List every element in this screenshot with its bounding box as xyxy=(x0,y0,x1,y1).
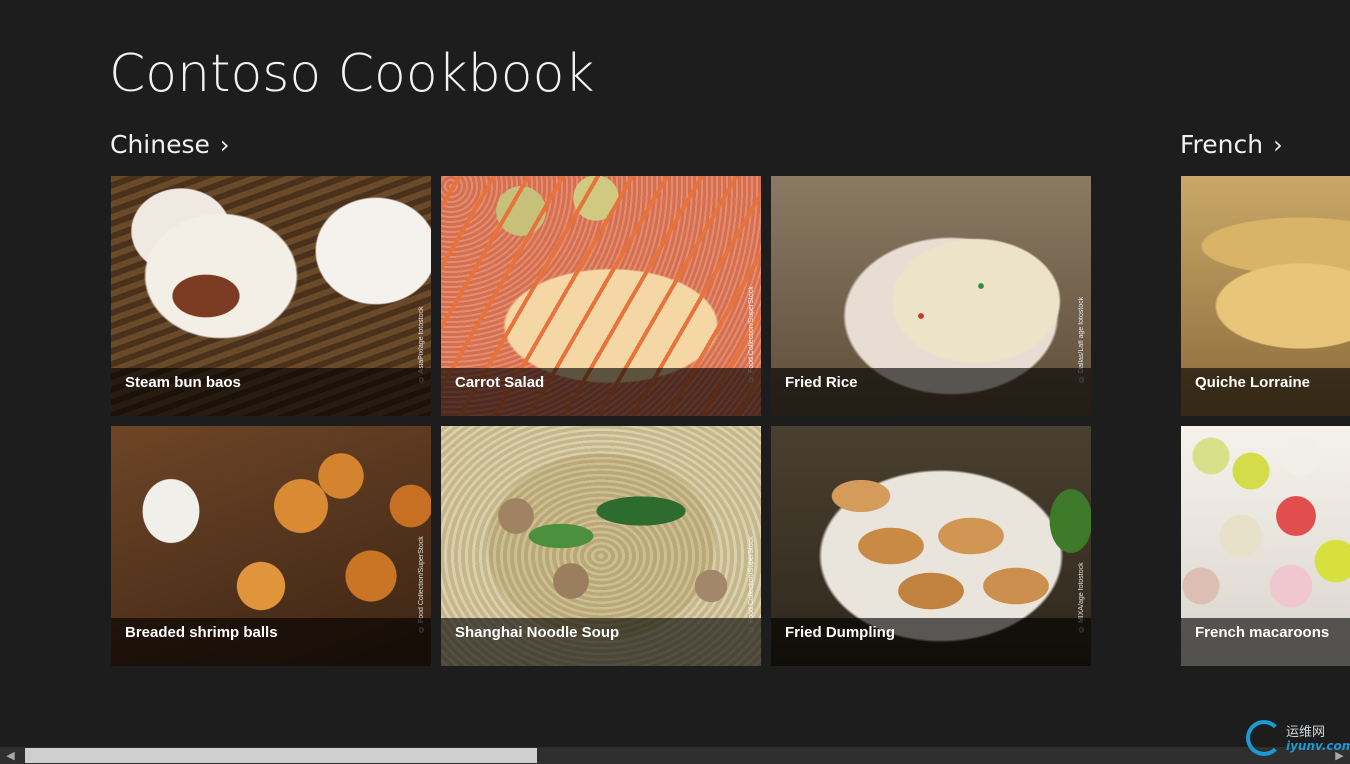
photo-credit: © Food Collection/SuperStock xyxy=(748,536,755,632)
group-header-french[interactable]: French › xyxy=(1180,130,1283,159)
recipe-tile-carrot-salad[interactable]: © Food Collection/SuperStock Carrot Sala… xyxy=(441,176,761,416)
photo-credit: © AsiaPix/age fotostock xyxy=(418,306,425,382)
recipe-tile-fried-rice[interactable]: © Dallas/Lafl age fotostock Fried Rice xyxy=(771,176,1091,416)
watermark-logo: 运维网 iyunv.com xyxy=(1246,718,1350,764)
watermark-url-text: iyunv.com xyxy=(1286,739,1350,753)
photo-credit: © Food Collection/SuperStock xyxy=(418,536,425,632)
recipe-title: Carrot Salad xyxy=(441,368,761,416)
recipe-title: Quiche Lorraine xyxy=(1181,368,1350,416)
watermark-cn-text: 运维网 xyxy=(1286,725,1326,740)
chevron-right-icon: › xyxy=(1273,130,1283,159)
recipe-title: Breaded shrimp balls xyxy=(111,618,431,666)
recipe-tile-shanghai-noodle-soup[interactable]: © Food Collection/SuperStock Shanghai No… xyxy=(441,426,761,666)
scrollbar-thumb[interactable] xyxy=(25,748,537,763)
recipe-title: Fried Rice xyxy=(771,368,1091,416)
recipe-title: Steam bun baos xyxy=(111,368,431,416)
group-title-chinese: Chinese xyxy=(110,130,210,159)
app-title: Contoso Cookbook xyxy=(109,44,595,104)
photo-credit: © MIXA/age fotostock xyxy=(1078,562,1085,632)
recipe-title: Shanghai Noodle Soup xyxy=(441,618,761,666)
recipe-tile-quiche-lorraine[interactable]: Quiche Lorraine xyxy=(1181,176,1350,416)
recipe-tile-steam-bun-baos[interactable]: © AsiaPix/age fotostock Steam bun baos xyxy=(111,176,431,416)
horizontal-scrollbar[interactable]: ◀ ▶ xyxy=(0,747,1350,764)
group-header-chinese[interactable]: Chinese › xyxy=(110,130,230,159)
recipe-title: French macaroons xyxy=(1181,618,1350,666)
group-title-french: French xyxy=(1180,130,1264,159)
recipe-tile-breaded-shrimp-balls[interactable]: © Food Collection/SuperStock Breaded shr… xyxy=(111,426,431,666)
watermark-ring-icon xyxy=(1246,720,1282,756)
chevron-right-icon: › xyxy=(219,130,230,159)
recipe-title: Fried Dumpling xyxy=(771,618,1091,666)
photo-credit: © Food Collection/SuperStock xyxy=(748,286,755,382)
photo-credit: © Dallas/Lafl age fotostock xyxy=(1078,296,1085,382)
recipe-tile-fried-dumpling[interactable]: © MIXA/age fotostock Fried Dumpling xyxy=(771,426,1091,666)
scroll-left-icon[interactable]: ◀ xyxy=(2,747,19,764)
recipe-tile-french-macaroons[interactable]: French macaroons xyxy=(1181,426,1350,666)
